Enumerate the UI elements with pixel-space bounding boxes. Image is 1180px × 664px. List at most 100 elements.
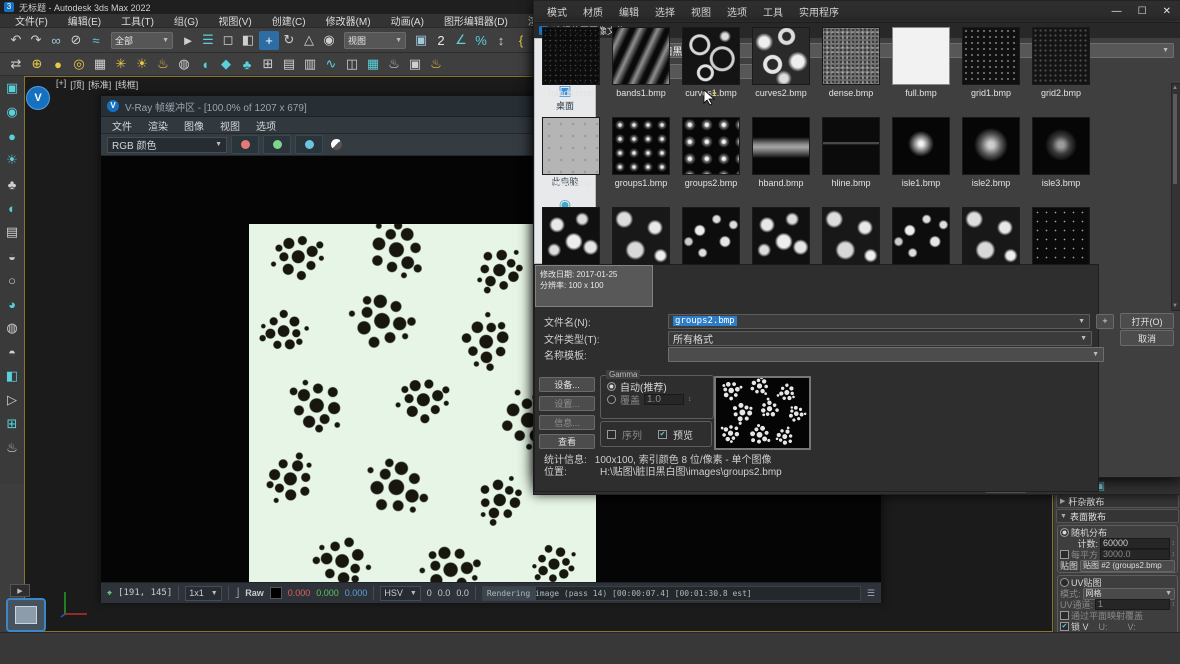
vray-shaded-sphere-icon[interactable]: ◕ <box>1 292 23 316</box>
angle-snap-icon[interactable]: ∠ <box>451 31 471 50</box>
vfb-red-channel-button[interactable] <box>231 135 259 154</box>
per-square-field[interactable]: 3000.0 <box>1100 549 1169 560</box>
filename-combo[interactable]: groups2.bmp▼ <box>668 314 1090 329</box>
pivot-point-icon[interactable]: ▣ <box>411 31 431 50</box>
dialog-side-button[interactable]: 信息... <box>539 415 595 430</box>
vray-material-book-icon[interactable]: ▤ <box>1 220 23 244</box>
random-distribution-radio[interactable] <box>1060 528 1069 537</box>
rendered-frame-window-icon[interactable]: ▣ <box>405 55 425 74</box>
grid-helper-icon[interactable]: ⊞ <box>258 55 278 74</box>
file-item[interactable] <box>956 264 1026 297</box>
select-and-move-icon[interactable]: + <box>259 31 279 50</box>
unlink-selection-icon[interactable]: ⊘ <box>66 31 86 50</box>
gamma-auto-radio[interactable] <box>607 382 616 391</box>
vray-ring-icon[interactable]: ○ <box>1 268 23 292</box>
filetype-dropdown[interactable]: 所有格式▼ <box>668 331 1092 346</box>
vray-physical-camera-icon[interactable]: ◉ <box>1 100 23 124</box>
mirror-icon[interactable]: ⇄ <box>6 55 26 74</box>
cancel-button[interactable]: 取消 <box>1120 330 1174 346</box>
vray-camera-icon[interactable]: ▣ <box>1 76 23 100</box>
select-object-icon[interactable]: ► <box>178 31 198 50</box>
vray-tree-proxy-icon[interactable]: ♣ <box>1 172 23 196</box>
dialog-side-button[interactable]: 设置... <box>539 396 595 411</box>
material-editor-icon[interactable]: ▦ <box>363 55 383 74</box>
dialog-side-button[interactable]: 设备... <box>539 377 595 392</box>
viewport-view-label[interactable]: [顶] <box>70 78 84 91</box>
select-and-place-icon[interactable]: ◉ <box>319 31 339 50</box>
name-template-dropdown[interactable]: ▼ <box>668 347 1104 362</box>
toggle-ribbon-icon[interactable]: ▥ <box>300 55 320 74</box>
sme-menu-item[interactable]: 工具 <box>756 4 790 19</box>
vfb-channel-dropdown[interactable]: RGB 颜色▼ <box>107 137 227 153</box>
tree-icon[interactable]: ♣ <box>237 55 257 74</box>
named-selection-sets-icon[interactable]: { <box>511 31 531 50</box>
rollout-surface-scatter-header[interactable]: ▼表面散布 <box>1056 509 1179 523</box>
sme-menu-item[interactable]: 视图 <box>684 4 718 19</box>
selection-filter-dropdown[interactable]: 全部▼ <box>111 32 173 49</box>
teapot-tool-icon[interactable]: ♨ <box>153 55 173 74</box>
rollout-scatter-header[interactable]: ▶秆杂散布 <box>1056 494 1179 508</box>
vfb-menu-item[interactable]: 选项 <box>249 118 283 133</box>
sme-menu-item[interactable]: 模式 <box>540 4 574 19</box>
vray-grid-plane-icon[interactable]: ⊞ <box>1 412 23 436</box>
per-square-checkbox[interactable] <box>1060 550 1069 559</box>
count-field[interactable]: 60000 <box>1100 538 1170 549</box>
menu-item[interactable]: 工具(T) <box>112 13 163 28</box>
sme-menu-item[interactable]: 编辑 <box>612 4 646 19</box>
render-setup-icon[interactable]: ♨ <box>384 55 404 74</box>
viewport-layout-expand-button[interactable]: ▶ <box>10 584 30 597</box>
vray-teapot-icon[interactable]: ♨ <box>1 436 23 460</box>
select-and-rotate-icon[interactable]: ↻ <box>279 31 299 50</box>
close-button[interactable]: ✕ <box>1163 6 1171 17</box>
spinner-icon[interactable]: ↕ <box>1172 551 1176 558</box>
select-by-name-icon[interactable]: ☰ <box>198 31 218 50</box>
array-icon[interactable]: ▦ <box>90 55 110 74</box>
reference-coordinate-dropdown[interactable]: 视图▼ <box>344 32 406 49</box>
scrollbar-thumb[interactable] <box>1173 94 1177 184</box>
layer-manager-icon[interactable]: ▤ <box>279 55 299 74</box>
menu-item[interactable]: 图形编辑器(D) <box>435 13 517 28</box>
window-crossing-icon[interactable]: ◧ <box>238 31 258 50</box>
select-and-link-icon[interactable]: ∞ <box>46 31 66 50</box>
planar-override-checkbox[interactable] <box>1060 611 1069 620</box>
file-item[interactable] <box>816 264 886 297</box>
map-button[interactable]: 贴图 #2 (groups2.bmp <box>1080 560 1175 572</box>
viewport-style-label[interactable]: [标准] <box>88 78 111 91</box>
dome-icon[interactable]: ◖ <box>195 55 215 74</box>
bind-to-space-warp-icon[interactable]: ≈ <box>86 31 106 50</box>
percent-snap-icon[interactable]: % <box>471 31 491 50</box>
file-item[interactable] <box>746 264 816 297</box>
maximize-button[interactable]: ☐ <box>1138 6 1147 17</box>
file-item[interactable] <box>1026 264 1096 297</box>
snaps-toggle-icon[interactable]: 2 <box>431 31 451 50</box>
vray-bell-icon[interactable]: ◒ <box>1 244 23 268</box>
open-button[interactable]: 打开(O) <box>1120 313 1174 329</box>
menu-item[interactable]: 视图(V) <box>209 13 260 28</box>
vfb-green-channel-button[interactable] <box>263 135 291 154</box>
torus-tool-icon[interactable]: ◎ <box>69 55 89 74</box>
dialog-side-button[interactable]: 查看 <box>539 434 595 449</box>
rectangular-selection-region-icon[interactable]: ◻ <box>218 31 238 50</box>
menu-item[interactable]: 创建(C) <box>263 13 315 28</box>
render-production-icon[interactable]: ♨ <box>426 55 446 74</box>
sme-menu-item[interactable]: 选项 <box>720 4 754 19</box>
file-item[interactable] <box>886 264 956 297</box>
vray-clip-icon[interactable]: ▷ <box>1 388 23 412</box>
vray-logo-button[interactable]: V <box>26 86 50 110</box>
menu-item[interactable]: 动画(A) <box>382 13 433 28</box>
sme-menu-item[interactable]: 选择 <box>648 4 682 19</box>
menu-item[interactable]: 文件(F) <box>6 13 57 28</box>
sme-menu-item[interactable]: 实用程序 <box>792 4 846 19</box>
align-icon[interactable]: ⊕ <box>27 55 47 74</box>
file-item[interactable] <box>606 264 676 297</box>
curve-editor-icon[interactable]: ∿ <box>321 55 341 74</box>
viewport-menu-plus[interactable]: [+] <box>56 78 66 91</box>
spinner-icon[interactable]: ↕ <box>1172 540 1176 547</box>
schematic-view-icon[interactable]: ◫ <box>342 55 362 74</box>
spinner-icon[interactable]: ↕ <box>1172 601 1176 608</box>
vfb-menu-item[interactable]: 渲染 <box>141 118 175 133</box>
sme-menu-item[interactable]: 材质 <box>576 4 610 19</box>
droplet-icon[interactable]: ◆ <box>216 55 236 74</box>
vray-bulb-icon[interactable]: ◓ <box>1 340 23 364</box>
mode-dropdown[interactable]: 网格▼ <box>1083 588 1175 600</box>
